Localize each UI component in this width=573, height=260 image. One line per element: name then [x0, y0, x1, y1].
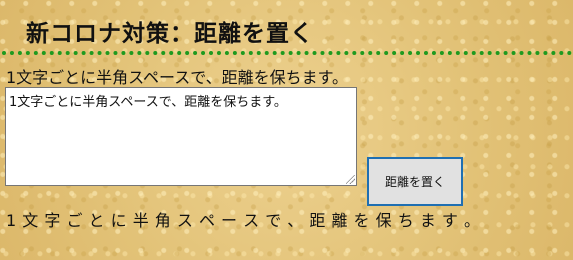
text-input[interactable]: 1文字ごとに半角スペースで、距離を保ちます。 [5, 87, 357, 186]
space-out-button[interactable]: 距離を置く [367, 157, 463, 206]
page-title: 新コロナ対策：距離を置く [26, 21, 314, 47]
title-divider [2, 51, 572, 55]
instruction-text: 1文字ごとに半角スペースで、距離を保ちます。 [6, 68, 349, 87]
result-text: 1 文 字 ご と に 半 角 ス ペ ー ス で 、 距 離 を 保 ち ま … [6, 211, 481, 230]
